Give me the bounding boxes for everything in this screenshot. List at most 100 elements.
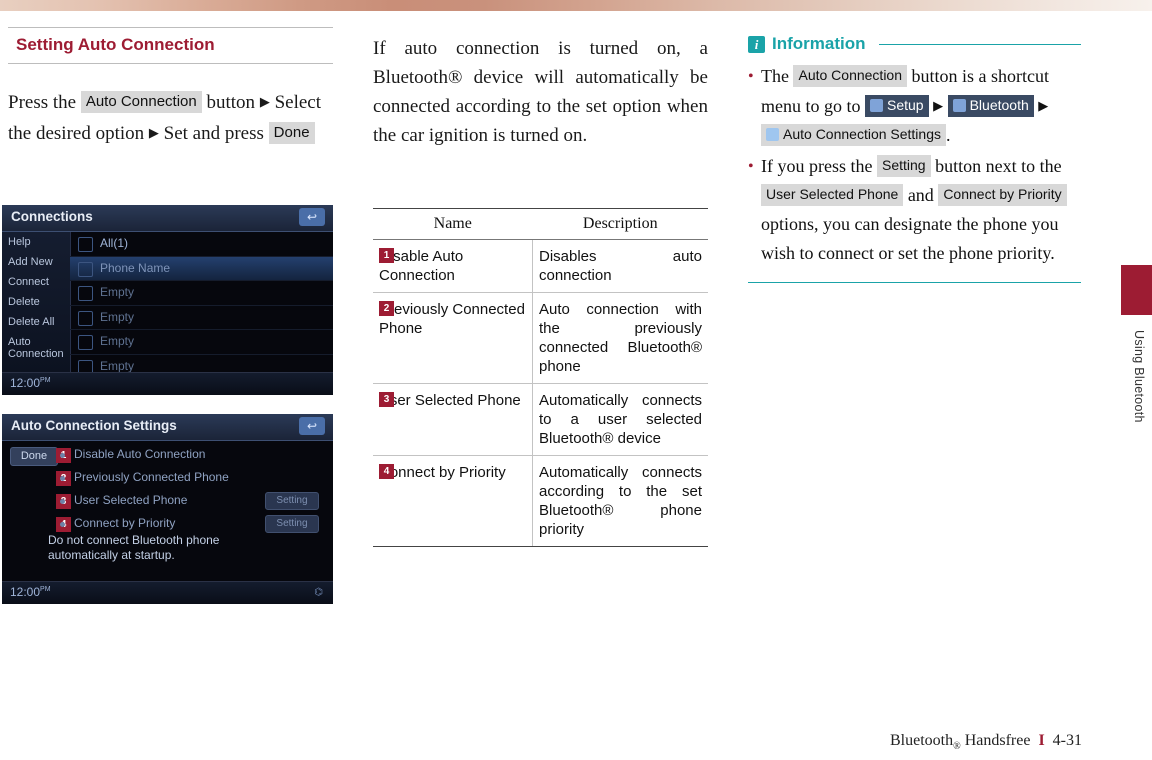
option-user-selected-phone[interactable]: User Selected Phone xyxy=(74,493,187,507)
screenshot2-header: Auto Connection Settings ↩ xyxy=(2,414,333,441)
screenshot2-done-button[interactable]: Done xyxy=(10,447,58,466)
empty-icon xyxy=(78,286,93,301)
menu-item-connect[interactable]: Connect xyxy=(2,272,70,292)
setting-button-user-selected-phone[interactable]: Setting xyxy=(265,492,319,510)
footer-reg: ® xyxy=(953,741,961,752)
instruction-line2-post: Set and xyxy=(163,123,221,144)
row-name-text: User Selected Phone xyxy=(379,392,521,409)
screenshot-connections: Connections ↩ Help Add New Connect Delet… xyxy=(2,205,333,395)
row-badge-4: 4 xyxy=(379,464,394,479)
arrow-icon-2: ▶ xyxy=(148,125,159,140)
option-connect-by-priority[interactable]: Connect by Priority xyxy=(74,516,175,530)
footer-text: Bluetooth xyxy=(889,731,954,749)
list-row-label: Empty xyxy=(100,285,135,299)
btn-setting[interactable]: Setting xyxy=(876,155,931,177)
bullet-dot xyxy=(60,476,65,481)
footer-suffix: Handsfree xyxy=(964,731,1031,749)
column-right: i Information The Auto Connection button… xyxy=(748,34,1081,283)
screenshot1-list: All(1) Phone Name Empty Empty Empty Empt… xyxy=(70,232,333,379)
side-chapter-label: Using Bluetooth xyxy=(1132,330,1146,423)
information-bullet-2: If you press the Setting button next to … xyxy=(748,152,1081,268)
menu-item-add-new[interactable]: Add New xyxy=(2,252,70,272)
row-name-text: Connect by Priority xyxy=(379,464,506,481)
bullet1-period: . xyxy=(946,125,951,145)
folder-icon xyxy=(78,237,93,252)
row-name-text: Previously Connected Phone xyxy=(379,301,525,337)
bullet-dot xyxy=(60,499,65,504)
list-row-label: All(1) xyxy=(100,236,129,250)
screenshot2-title: Auto Connection Settings xyxy=(11,418,177,433)
bullet1-pre: The xyxy=(761,66,789,86)
screenshot2-footer: 12:00PM ⌬ xyxy=(2,581,333,604)
btn-auto-connection-settings-label: Auto Connection Settings xyxy=(783,126,941,142)
empty-icon xyxy=(78,310,93,326)
option-disable-auto-connection[interactable]: Disable Auto Connection xyxy=(74,447,205,461)
table-cell-description: Automatically connects according to the … xyxy=(532,455,708,547)
information-title: Information xyxy=(772,34,866,53)
option-previously-connected-phone[interactable]: Previously Connected Phone xyxy=(74,470,229,484)
list-row-all[interactable]: All(1) xyxy=(70,232,333,257)
btn-setup[interactable]: Setup xyxy=(865,95,929,117)
row-badge-2: 2 xyxy=(379,301,394,316)
screenshot1-header: Connections ↩ xyxy=(2,205,333,232)
screenshot2-note: Do not connect Bluetooth phone automatic… xyxy=(48,533,219,563)
side-chapter-tab xyxy=(1121,265,1152,315)
top-gradient-bar xyxy=(0,0,1152,11)
information-bottom-rule xyxy=(748,282,1081,283)
footer-bar: I xyxy=(1038,731,1045,749)
list-row-empty[interactable]: Empty xyxy=(70,306,333,330)
information-header: i Information xyxy=(748,34,1081,54)
page-footer: Bluetooth® Handsfree I 4-31 xyxy=(890,732,1082,752)
back-icon[interactable]: ↩ xyxy=(299,417,325,435)
setup-icon xyxy=(870,99,883,112)
btn-auto-connection[interactable]: Auto Connection xyxy=(793,65,908,87)
screenshot1-title: Connections xyxy=(11,209,93,224)
screenshot1-body: Help Add New Connect Delete Delete All A… xyxy=(2,232,333,379)
btn-bluetooth[interactable]: Bluetooth xyxy=(947,95,1034,117)
row-badge-1: 1 xyxy=(379,248,394,263)
bullet2-mid: button next to the xyxy=(935,156,1062,176)
table-header-name: Name xyxy=(373,208,533,240)
section-title: Setting Auto Connection xyxy=(16,35,215,54)
bullet-dot xyxy=(60,453,65,458)
table-header-row: Name Description xyxy=(373,208,708,240)
btn-user-selected-phone[interactable]: User Selected Phone xyxy=(761,184,904,206)
menu-item-auto-connection[interactable]: Auto Connection xyxy=(2,332,70,364)
clock-suffix: PM xyxy=(40,377,51,384)
back-icon[interactable]: ↩ xyxy=(299,208,325,226)
list-row-label: Empty xyxy=(100,358,135,373)
table-row: 1 Disable Auto Connection Disables auto … xyxy=(373,239,708,293)
auto-connection-button[interactable]: Auto Connection xyxy=(80,91,202,113)
row-badge-3: 3 xyxy=(379,392,394,407)
manual-page: Using Bluetooth Setting Auto Connection … xyxy=(0,0,1152,760)
list-row-label: Phone Name xyxy=(100,260,171,275)
arrow-icon-4: ▶ xyxy=(1038,98,1049,113)
menu-item-delete-all[interactable]: Delete All xyxy=(2,312,70,332)
table-row: 2 Previously Connected Phone Auto connec… xyxy=(373,292,708,384)
list-row-phone[interactable]: Phone Name xyxy=(70,256,333,281)
clock-time: 12:00 xyxy=(10,376,41,390)
instruction-post: button xyxy=(206,92,256,113)
list-row-label: Empty xyxy=(100,309,135,324)
table-row: 3 User Selected Phone Automatically conn… xyxy=(373,383,708,456)
arrow-icon-3: ▶ xyxy=(933,98,944,113)
table-cell-description: Auto connection with the previously conn… xyxy=(532,292,708,384)
screenshot2-body: Done 1 Disable Auto Connection 2 Previou… xyxy=(2,441,333,583)
btn-connect-by-priority[interactable]: Connect by Priority xyxy=(938,184,1067,206)
menu-item-delete[interactable]: Delete xyxy=(2,292,70,312)
done-button[interactable]: Done xyxy=(268,122,315,144)
information-bullet-1: The Auto Connection button is a shortcut… xyxy=(748,62,1081,150)
table-cell-description: Disables auto connection xyxy=(532,239,708,293)
btn-setup-label: Setup xyxy=(887,97,924,113)
menu-item-help[interactable]: Help xyxy=(2,232,70,252)
list-row-empty[interactable]: Empty xyxy=(70,330,333,355)
list-row-empty[interactable]: Empty xyxy=(70,281,333,306)
btn-auto-connection-settings[interactable]: Auto Connection Settings xyxy=(761,124,946,146)
clock-time: 12:00 xyxy=(10,585,41,599)
setting-button-connect-by-priority[interactable]: Setting xyxy=(265,515,319,533)
bullet-dot xyxy=(60,522,65,527)
note-line-2: automatically at startup. xyxy=(48,548,175,562)
column-left: Setting Auto Connection Press the Auto C… xyxy=(8,27,333,149)
screenshot1-footer: 12:00PM xyxy=(2,372,333,395)
list-row-label: Empty xyxy=(100,334,135,348)
